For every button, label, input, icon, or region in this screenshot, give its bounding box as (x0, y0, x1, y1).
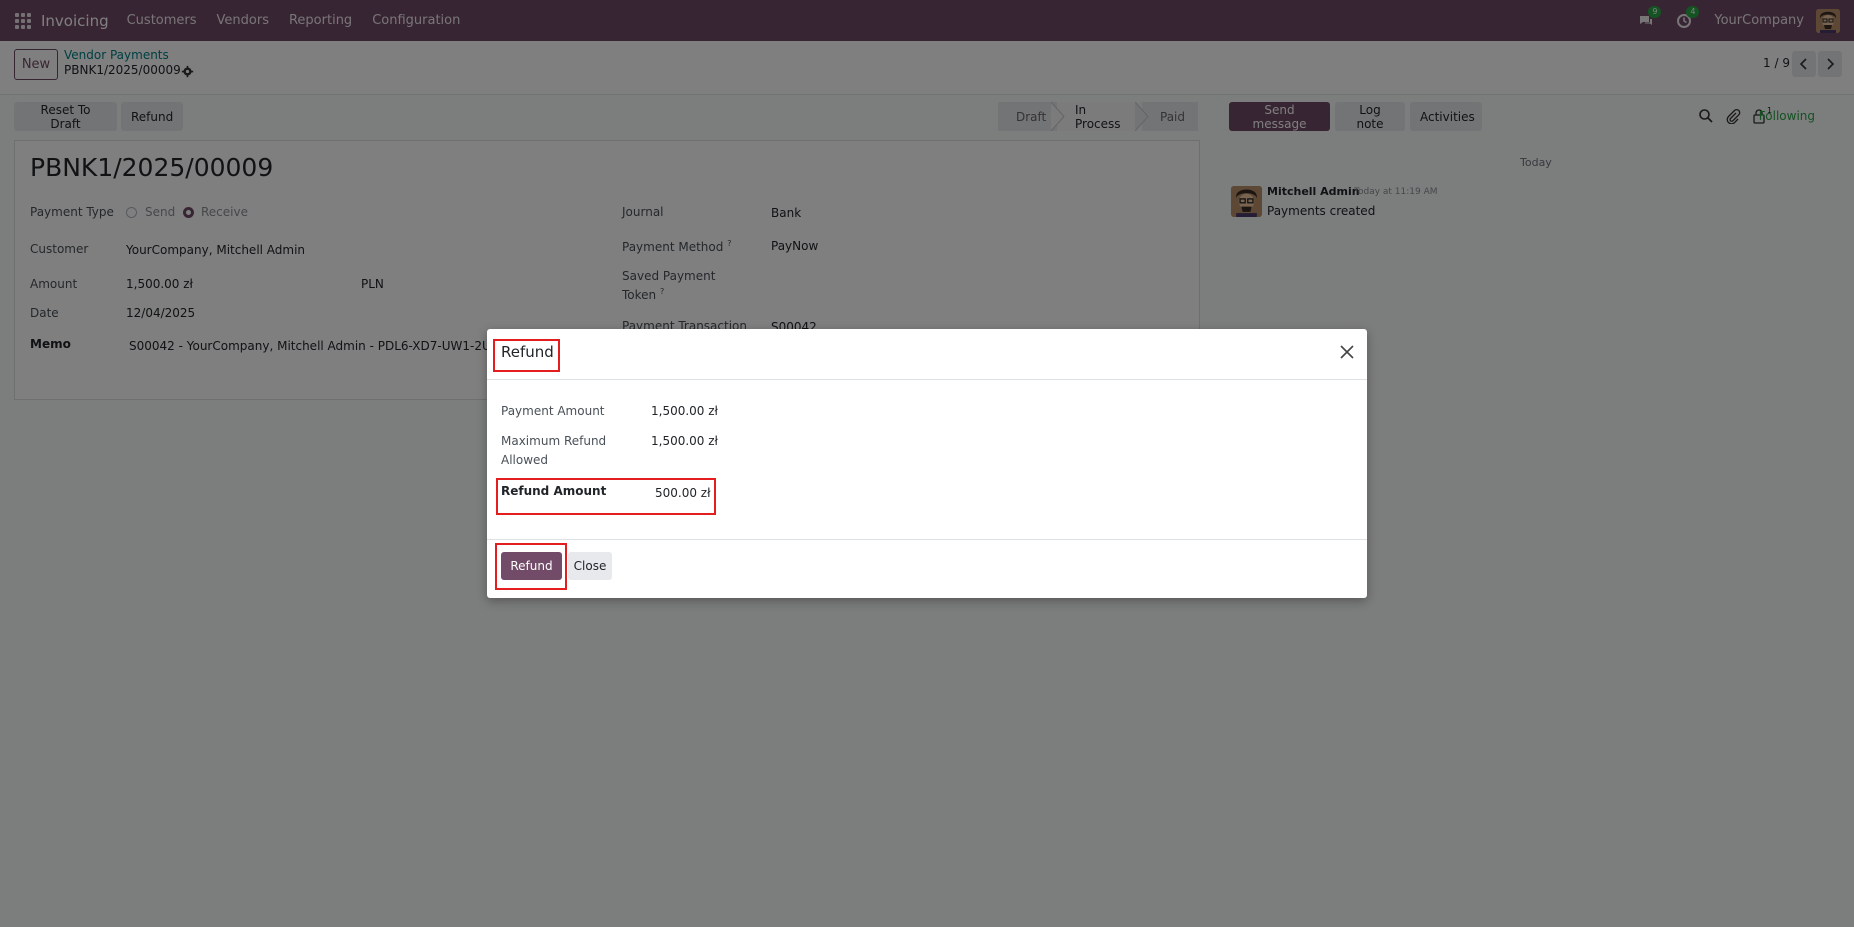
payment-amount-label: Payment Amount (501, 404, 605, 418)
max-refund-value: 1,500.00 zł (651, 434, 718, 448)
close-icon[interactable] (1339, 344, 1355, 360)
refund-confirm-button[interactable]: Refund (501, 552, 562, 580)
dialog-title: Refund (501, 343, 554, 361)
refund-amount-label: Refund Amount (501, 484, 607, 498)
refund-dialog: Refund Payment Amount 1,500.00 zł Maximu… (487, 329, 1367, 598)
close-button[interactable]: Close (568, 552, 612, 580)
max-refund-label-line2: Allowed (501, 453, 549, 467)
payment-amount-value: 1,500.00 zł (651, 404, 718, 418)
dialog-header: Refund (487, 329, 1367, 380)
dialog-footer (487, 539, 1367, 598)
refund-amount-input[interactable]: 500.00 zł (655, 486, 711, 500)
max-refund-label-line1: Maximum Refund (501, 434, 607, 448)
